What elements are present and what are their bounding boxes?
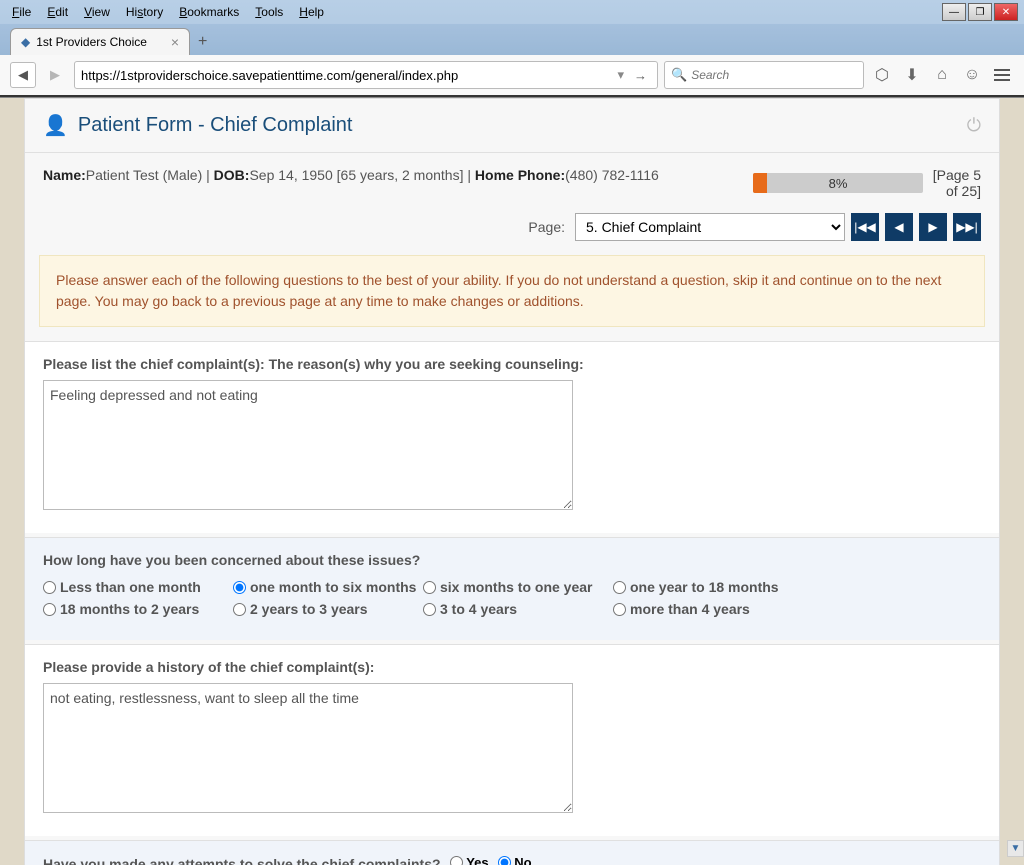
q2-option-0[interactable]: Less than one month — [43, 576, 233, 598]
browser-chrome: File Edit View History Bookmarks Tools H… — [0, 0, 1024, 98]
close-button[interactable]: ✕ — [994, 3, 1018, 21]
q3-section: Please provide a history of the chief co… — [25, 644, 999, 836]
scroll-down-icon[interactable]: ▼ — [1007, 840, 1024, 857]
q2-option-label: 3 to 4 years — [440, 601, 517, 617]
url-input[interactable] — [81, 68, 611, 83]
q1-textarea[interactable] — [43, 380, 573, 510]
first-page-button[interactable]: |◀◀ — [851, 213, 879, 241]
q4-label: Have you made any attempts to solve the … — [43, 856, 441, 865]
menu-edit[interactable]: Edit — [41, 3, 74, 21]
q4-yes-radio[interactable] — [450, 856, 463, 865]
progress-text: 8% — [753, 173, 923, 193]
back-button[interactable]: ◀ — [10, 62, 36, 88]
url-bar[interactable]: ▾ → — [74, 61, 658, 89]
forward-button[interactable]: ▶ — [42, 62, 68, 88]
q2-option-label: six months to one year — [440, 579, 592, 595]
q2-radio-6[interactable] — [423, 603, 436, 616]
q3-label: Please provide a history of the chief co… — [43, 659, 981, 675]
tab-bar: ◆ 1st Providers Choice × + — [0, 24, 1024, 55]
power-icon[interactable]: ⏻ — [967, 115, 981, 136]
url-dropdown-icon[interactable]: ▾ — [611, 67, 630, 83]
pocket-icon[interactable]: ⬡ — [870, 63, 894, 87]
q2-option-1[interactable]: one month to six months — [233, 576, 423, 598]
q2-option-label: one month to six months — [250, 579, 416, 595]
next-page-button[interactable]: ▶ — [919, 213, 947, 241]
patient-bar: Name:Patient Test (Male) | DOB:Sep 14, 1… — [25, 153, 999, 207]
q2-radio-1[interactable] — [233, 581, 246, 594]
q1-section: Please list the chief complaint(s): The … — [25, 341, 999, 533]
menu-file[interactable]: File — [6, 3, 37, 21]
url-go-icon[interactable]: → — [630, 68, 651, 83]
q2-option-5[interactable]: 2 years to 3 years — [233, 598, 423, 620]
q2-option-3[interactable]: one year to 18 months — [613, 576, 803, 598]
page-content: 👤 Patient Form - Chief Complaint ⏻ Name:… — [24, 98, 1000, 865]
q4-section: Have you made any attempts to solve the … — [25, 840, 999, 865]
phone-label: Home Phone: — [475, 167, 565, 183]
q2-option-label: 2 years to 3 years — [250, 601, 368, 617]
page-counter: [Page 5 of 25] — [931, 167, 981, 199]
prev-page-button[interactable]: ◀ — [885, 213, 913, 241]
dob-value: Sep 14, 1950 [65 years, 2 months] | — [249, 167, 474, 183]
menu-help[interactable]: Help — [293, 3, 330, 21]
q4-no-radio[interactable] — [498, 856, 511, 865]
q2-option-label: one year to 18 months — [630, 579, 779, 595]
q2-label: How long have you been concerned about t… — [43, 552, 981, 568]
q2-section: How long have you been concerned about t… — [25, 537, 999, 640]
phone-value: (480) 782-1116 — [565, 167, 659, 183]
q2-option-2[interactable]: six months to one year — [423, 576, 613, 598]
tab-title: 1st Providers Choice — [36, 35, 147, 49]
q2-radios: Less than one month one month to six mont… — [43, 576, 981, 620]
last-page-button[interactable]: ▶▶| — [953, 213, 981, 241]
q2-radio-2[interactable] — [423, 581, 436, 594]
q2-option-label: more than 4 years — [630, 601, 750, 617]
window-controls: — ❐ ✕ — [942, 3, 1018, 21]
page-select[interactable]: 5. Chief Complaint — [575, 213, 845, 241]
q2-radio-0[interactable] — [43, 581, 56, 594]
menu-history[interactable]: History — [120, 3, 169, 21]
q2-radio-7[interactable] — [613, 603, 626, 616]
menu-bookmarks[interactable]: Bookmarks — [173, 3, 245, 21]
menu-tools[interactable]: Tools — [249, 3, 289, 21]
patient-info: Name:Patient Test (Male) | DOB:Sep 14, 1… — [43, 167, 659, 183]
q2-option-label: Less than one month — [60, 579, 201, 595]
user-icon: 👤 — [43, 113, 68, 138]
form-header: 👤 Patient Form - Chief Complaint ⏻ — [25, 99, 999, 153]
dob-label: DOB: — [214, 167, 250, 183]
q2-radio-3[interactable] — [613, 581, 626, 594]
nav-bar: ◀ ▶ ▾ → 🔍 ⬡ ⬇ ⌂ ☺ — [0, 55, 1024, 97]
progress-area: 8% [Page 5 of 25] — [753, 167, 981, 199]
name-label: Name: — [43, 167, 86, 183]
maximize-button[interactable]: ❐ — [968, 3, 992, 21]
page-nav-label: Page: — [528, 219, 565, 235]
search-bar[interactable]: 🔍 — [664, 61, 864, 89]
new-tab-button[interactable]: + — [190, 29, 215, 55]
chat-icon[interactable]: ☺ — [960, 63, 984, 87]
q2-radio-4[interactable] — [43, 603, 56, 616]
tab-close-icon[interactable]: × — [171, 34, 179, 50]
name-value: Patient Test (Male) | — [86, 167, 214, 183]
browser-tab[interactable]: ◆ 1st Providers Choice × — [10, 28, 190, 55]
hamburger-menu[interactable] — [990, 65, 1014, 85]
menu-bar: File Edit View History Bookmarks Tools H… — [0, 0, 1024, 24]
page-nav: Page: 5. Chief Complaint |◀◀ ◀ ▶ ▶▶| — [25, 207, 999, 255]
q2-option-7[interactable]: more than 4 years — [613, 598, 803, 620]
q2-option-label: 18 months to 2 years — [60, 601, 199, 617]
tab-favicon: ◆ — [21, 35, 30, 49]
search-icon: 🔍 — [671, 67, 687, 83]
minimize-button[interactable]: — — [942, 3, 966, 21]
page-viewport: 👤 Patient Form - Chief Complaint ⏻ Name:… — [0, 98, 1024, 865]
q2-radio-5[interactable] — [233, 603, 246, 616]
q3-textarea[interactable] — [43, 683, 573, 813]
instructions: Please answer each of the following ques… — [39, 255, 985, 327]
q2-option-6[interactable]: 3 to 4 years — [423, 598, 613, 620]
download-icon[interactable]: ⬇ — [900, 63, 924, 87]
progress-bar: 8% — [753, 173, 923, 193]
menu-view[interactable]: View — [78, 3, 116, 21]
form-title: 👤 Patient Form - Chief Complaint — [43, 113, 352, 138]
q1-label: Please list the chief complaint(s): The … — [43, 356, 981, 372]
home-icon[interactable]: ⌂ — [930, 63, 954, 87]
search-input[interactable] — [691, 68, 857, 82]
form-title-text: Patient Form - Chief Complaint — [78, 114, 353, 137]
q2-option-4[interactable]: 18 months to 2 years — [43, 598, 233, 620]
